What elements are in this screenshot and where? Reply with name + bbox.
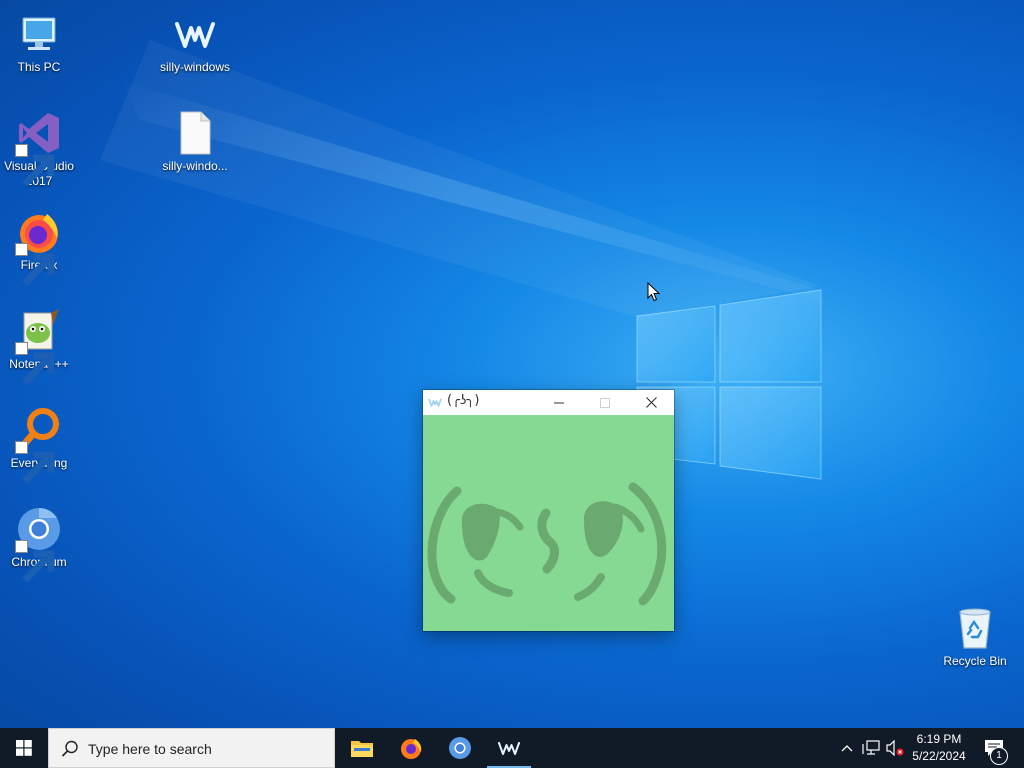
clock-time: 6:19 PM — [916, 732, 962, 746]
mouse-cursor-icon — [647, 282, 661, 302]
window-titlebar[interactable]: (╭ʖ╮) — [423, 390, 674, 415]
silly-windows-icon — [171, 10, 219, 58]
desktop-icon-label: silly-windows — [159, 60, 230, 74]
desktop-icon-recycle-bin[interactable]: Recycle Bin — [937, 598, 1013, 669]
silly-windows-app-window[interactable]: (╭ʖ╮) — [423, 390, 674, 631]
start-button[interactable] — [0, 728, 48, 768]
file-explorer-icon — [351, 741, 373, 757]
this-pc-icon — [15, 10, 63, 58]
maximize-button[interactable] — [582, 390, 628, 415]
taskbar-search-box[interactable]: Type here to search — [48, 728, 335, 768]
notepad-plus-plus-icon — [15, 307, 63, 385]
network-status-button[interactable] — [860, 728, 882, 768]
shortcut-arrow-icon — [15, 441, 55, 484]
desktop-icon-firefox[interactable]: Firefox — [1, 202, 77, 286]
close-icon — [645, 397, 657, 408]
chromium-icon — [15, 505, 63, 583]
desktop-icon-label: Recycle Bin — [943, 654, 1007, 668]
taskbar-firefox[interactable] — [387, 728, 435, 768]
blank-file-icon — [171, 109, 219, 157]
volume-muted-icon — [886, 740, 904, 756]
search-placeholder: Type here to search — [88, 741, 212, 757]
shortcut-arrow-icon — [15, 342, 55, 385]
desktop-icon-this-pc[interactable]: This PC — [1, 4, 77, 75]
clock-date: 5/22/2024 — [912, 749, 966, 763]
desktop-icon-chromium[interactable]: Chromium — [1, 499, 77, 583]
window-title: (╭ʖ╮) — [447, 393, 480, 408]
maximize-icon — [600, 398, 610, 408]
silly-windows-icon — [428, 398, 442, 407]
desktop-icon-visual-studio[interactable]: Visual Studio 2017 — [1, 103, 77, 189]
desktop-icon-everything[interactable]: Everything — [1, 400, 77, 484]
chromium-icon — [449, 737, 471, 759]
taskbar-file-explorer[interactable] — [338, 728, 386, 768]
show-hidden-icons-button[interactable] — [837, 728, 857, 768]
chevron-up-icon — [841, 745, 853, 752]
taskbar-clock[interactable]: 6:19 PM 5/22/2024 — [903, 731, 975, 765]
desktop-icon-label: silly-windo... — [162, 159, 228, 173]
desktop-icon-notepad-plus-plus[interactable]: Notepad++ — [1, 301, 77, 385]
firefox-icon — [15, 208, 63, 286]
firefox-icon — [401, 739, 422, 759]
minimize-button[interactable] — [536, 390, 582, 415]
shortcut-arrow-icon — [15, 243, 55, 286]
taskbar-silly-windows[interactable] — [485, 728, 533, 768]
silly-windows-icon — [498, 742, 520, 755]
taskbar: Type here to search 6:19 PM 5/22/2024 1 — [0, 728, 1024, 768]
shortcut-arrow-icon — [15, 540, 55, 583]
close-button[interactable] — [628, 390, 674, 415]
shortcut-arrow-icon — [15, 144, 55, 187]
search-icon — [61, 740, 78, 757]
notification-count-badge: 1 — [990, 747, 1008, 765]
taskbar-chromium[interactable] — [436, 728, 484, 768]
network-icon — [862, 740, 880, 755]
action-center-button[interactable]: 1 — [976, 728, 1024, 768]
everything-search-icon — [15, 406, 63, 484]
recycle-bin-icon — [951, 604, 999, 652]
notification-count: 1 — [996, 750, 1002, 761]
desktop-icon-label: This PC — [17, 60, 61, 74]
lenny-face-drawing — [427, 482, 667, 606]
windows-start-icon — [16, 740, 32, 756]
window-client-area — [423, 415, 674, 631]
minimize-icon — [554, 402, 564, 404]
desktop-icon-silly-windows[interactable]: silly-windows — [157, 4, 233, 75]
visual-studio-icon — [15, 109, 63, 187]
desktop-icon-silly-windows-file[interactable]: silly-windo... — [157, 103, 233, 174]
